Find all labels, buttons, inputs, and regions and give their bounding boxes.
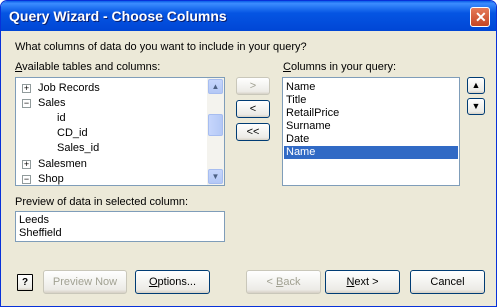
help-icon: ? xyxy=(21,277,29,288)
close-button[interactable]: ✕ xyxy=(470,7,490,27)
remove-all-columns-button[interactable]: << xyxy=(236,123,270,141)
help-button[interactable]: ? xyxy=(17,274,33,291)
scroll-up-icon[interactable]: ▲ xyxy=(208,79,223,94)
title-bar: Query Wizard - Choose Columns ✕ xyxy=(1,1,496,31)
prompt-text: What columns of data do you want to incl… xyxy=(15,41,307,53)
query-column-item[interactable]: RetailPrice xyxy=(286,107,339,120)
window-title: Query Wizard - Choose Columns xyxy=(9,8,227,24)
collapse-icon[interactable]: − xyxy=(22,99,31,108)
scroll-down-icon[interactable]: ▼ xyxy=(208,169,223,184)
tree-item-sales[interactable]: Sales xyxy=(38,97,66,110)
query-column-item[interactable]: Name xyxy=(286,81,315,94)
query-columns-label: Columns in your query: xyxy=(283,61,397,73)
tree-item-job-records[interactable]: Job Records xyxy=(38,82,100,95)
collapse-icon[interactable]: − xyxy=(22,175,31,184)
query-column-item[interactable]: Title xyxy=(286,94,306,107)
options-button[interactable]: Options... xyxy=(135,270,210,294)
remove-column-button[interactable]: < xyxy=(236,100,270,118)
available-scrollbar[interactable]: ▲ ▼ xyxy=(207,78,224,185)
preview-now-button[interactable]: Preview Now xyxy=(43,270,127,294)
query-wizard-window: Query Wizard - Choose Columns ✕ What col… xyxy=(0,0,497,307)
close-icon: ✕ xyxy=(475,9,487,25)
cancel-button[interactable]: Cancel xyxy=(410,270,485,294)
query-column-item[interactable]: Surname xyxy=(286,120,331,133)
tree-item-cd-id[interactable]: CD_id xyxy=(57,127,88,140)
query-columns-list[interactable]: Name Title RetailPrice Surname Date Name xyxy=(282,77,460,186)
expand-icon[interactable]: + xyxy=(22,84,31,93)
preview-value: Sheffield xyxy=(19,227,62,239)
move-down-button[interactable]: ▼ xyxy=(467,98,485,115)
tree-item-shop[interactable]: Shop xyxy=(38,173,64,185)
available-label: Available tables and columns: xyxy=(15,61,161,73)
expand-icon[interactable]: + xyxy=(22,160,31,169)
scroll-thumb[interactable] xyxy=(208,114,223,136)
preview-box: Leeds Sheffield xyxy=(15,211,225,242)
move-down-icon: ▼ xyxy=(471,101,481,111)
move-up-button[interactable]: ▲ xyxy=(467,77,485,94)
available-columns-list[interactable]: + Job Records − Sales id CD_id Sales_id … xyxy=(15,77,225,186)
preview-label: Preview of data in selected column: xyxy=(15,196,189,208)
back-button[interactable]: < Back xyxy=(246,270,321,294)
preview-value: Leeds xyxy=(19,214,49,226)
query-column-item[interactable]: Date xyxy=(286,133,309,146)
tree-item-id[interactable]: id xyxy=(57,112,66,125)
query-column-item-selected[interactable]: Name xyxy=(284,146,458,159)
next-button[interactable]: Next > xyxy=(325,270,400,294)
tree-item-salesmen[interactable]: Salesmen xyxy=(38,158,87,171)
tree-item-sales-id[interactable]: Sales_id xyxy=(57,142,99,155)
move-up-icon: ▲ xyxy=(471,80,481,90)
add-column-button[interactable]: > xyxy=(236,77,270,95)
